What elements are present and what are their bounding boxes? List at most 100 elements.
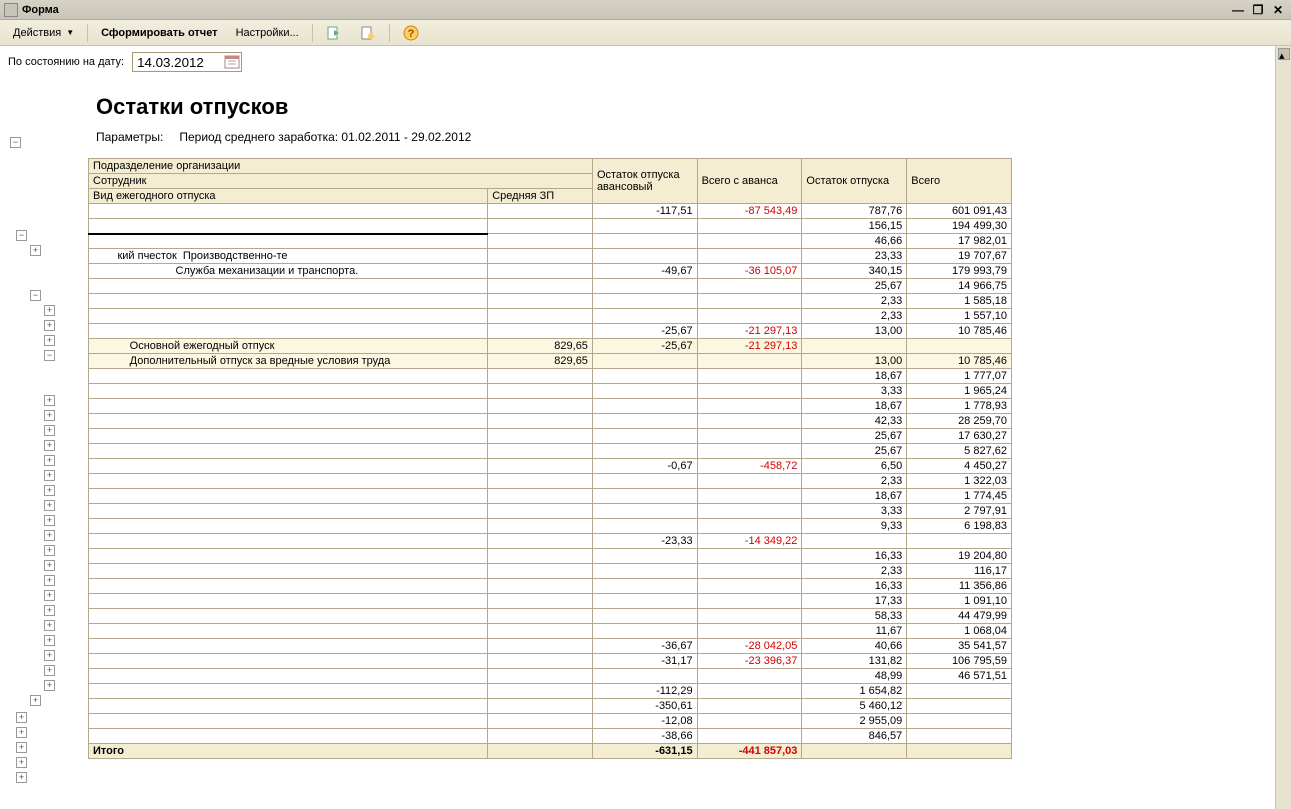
help-button[interactable]: ?: [396, 21, 426, 45]
cell: [697, 294, 802, 309]
table-row[interactable]: 42,3328 259,70: [89, 414, 1012, 429]
table-row[interactable]: 48,9946 571,51: [89, 669, 1012, 684]
table-row[interactable]: 2,331 557,10: [89, 309, 1012, 324]
cell: [89, 399, 488, 414]
scrollbar-up-button[interactable]: ▴: [1278, 48, 1290, 60]
table-row[interactable]: 3,331 965,24: [89, 384, 1012, 399]
table-row[interactable]: 18,671 774,45: [89, 489, 1012, 504]
tree-expand-button[interactable]: +: [44, 500, 55, 511]
tree-expand-button[interactable]: +: [16, 727, 27, 738]
table-row[interactable]: -117,51-87 543,49787,76601 091,43: [89, 204, 1012, 219]
tree-expand-button[interactable]: +: [16, 757, 27, 768]
table-row[interactable]: -12,082 955,09: [89, 714, 1012, 729]
table-row[interactable]: 16,3319 204,80: [89, 549, 1012, 564]
tree-expand-button[interactable]: +: [44, 635, 55, 646]
table-row[interactable]: 16,3311 356,86: [89, 579, 1012, 594]
tree-expand-button[interactable]: +: [30, 695, 41, 706]
tree-expand-button[interactable]: +: [44, 665, 55, 676]
actions-menu[interactable]: Действия ▼: [6, 23, 81, 43]
tool-button-2[interactable]: [353, 21, 383, 45]
tree-expand-button[interactable]: +: [16, 712, 27, 723]
close-button[interactable]: ✕: [1269, 2, 1287, 18]
tree-expand-button[interactable]: +: [44, 590, 55, 601]
document-arrow-icon: [326, 25, 342, 41]
table-row[interactable]: 9,336 198,83: [89, 519, 1012, 534]
calendar-icon[interactable]: [224, 54, 240, 70]
table-row[interactable]: -38,66846,57: [89, 729, 1012, 744]
tool-button-1[interactable]: [319, 21, 349, 45]
cell: 1 777,07: [907, 369, 1012, 384]
tree-expand-button[interactable]: +: [44, 650, 55, 661]
table-row[interactable]: -36,67-28 042,0540,6635 541,57: [89, 639, 1012, 654]
tree-expand-button[interactable]: +: [44, 320, 55, 331]
tree-collapse-button[interactable]: −: [10, 137, 21, 148]
table-row[interactable]: 17,331 091,10: [89, 594, 1012, 609]
table-row[interactable]: 2,331 585,18: [89, 294, 1012, 309]
tree-expand-button[interactable]: +: [16, 742, 27, 753]
tree-expand-button[interactable]: +: [44, 335, 55, 346]
table-row[interactable]: -112,291 654,82: [89, 684, 1012, 699]
separator: [389, 24, 390, 42]
tree-expand-button[interactable]: +: [44, 575, 55, 586]
table-row[interactable]: Основной ежегодный отпуск829,65-25,67-21…: [89, 339, 1012, 354]
settings-label: Настройки...: [236, 27, 299, 39]
tree-expand-button[interactable]: +: [44, 530, 55, 541]
table-row[interactable]: -350,615 460,12: [89, 699, 1012, 714]
minimize-button[interactable]: —: [1229, 2, 1247, 18]
tree-expand-button[interactable]: +: [44, 485, 55, 496]
tree-expand-button[interactable]: +: [44, 560, 55, 571]
tree-expand-button[interactable]: +: [44, 440, 55, 451]
table-row[interactable]: 156,15194 499,30: [89, 219, 1012, 234]
cell: -36,67: [592, 639, 697, 654]
cell: [89, 369, 488, 384]
tree-collapse-button[interactable]: −: [16, 230, 27, 241]
cell: [592, 444, 697, 459]
cell: [697, 699, 802, 714]
maximize-button[interactable]: ❐: [1249, 2, 1267, 18]
table-row[interactable]: 2,331 322,03: [89, 474, 1012, 489]
toolbar: Действия ▼ Сформировать отчет Настройки.…: [0, 20, 1291, 46]
tree-expand-button[interactable]: +: [44, 605, 55, 616]
vertical-scrollbar[interactable]: ▴: [1275, 46, 1291, 809]
tree-expand-button[interactable]: +: [44, 620, 55, 631]
table-row[interactable]: -25,67-21 297,1313,0010 785,46: [89, 324, 1012, 339]
tree-expand-button[interactable]: +: [44, 305, 55, 316]
tree-expand-button[interactable]: +: [44, 425, 55, 436]
tree-expand-button[interactable]: +: [44, 545, 55, 556]
tree-expand-button[interactable]: +: [44, 515, 55, 526]
cell: [89, 729, 488, 744]
generate-report-button[interactable]: Сформировать отчет: [94, 23, 224, 43]
table-row[interactable]: 3,332 797,91: [89, 504, 1012, 519]
tree-expand-button[interactable]: +: [44, 410, 55, 421]
table-row[interactable]: -23,33-14 349,22: [89, 534, 1012, 549]
cell: 40,66: [802, 639, 907, 654]
tree-expand-button[interactable]: +: [44, 470, 55, 481]
table-row[interactable]: 18,671 778,93: [89, 399, 1012, 414]
cell: [488, 684, 593, 699]
cell: [488, 444, 593, 459]
tree-expand-button[interactable]: +: [44, 395, 55, 406]
tree-expand-button[interactable]: +: [44, 680, 55, 691]
table-row[interactable]: 25,6714 966,75: [89, 279, 1012, 294]
settings-button[interactable]: Настройки...: [229, 23, 306, 43]
table-row[interactable]: 25,675 827,62: [89, 444, 1012, 459]
tree-expand-button[interactable]: +: [44, 455, 55, 466]
tree-expand-button[interactable]: +: [30, 245, 41, 256]
table-row[interactable]: 11,671 068,04: [89, 624, 1012, 639]
table-row[interactable]: Дополнительный отпуск за вредные условия…: [89, 354, 1012, 369]
table-row[interactable]: кий пчесток Производственно-те23,3319 70…: [89, 249, 1012, 264]
table-row[interactable]: 46,6617 982,01: [89, 234, 1012, 249]
cell: [488, 234, 593, 249]
tree-collapse-button[interactable]: −: [30, 290, 41, 301]
tree-expand-button[interactable]: +: [16, 772, 27, 783]
table-row[interactable]: Служба механизации и транспорта.-49,67-3…: [89, 264, 1012, 279]
table-row[interactable]: 58,3344 479,99: [89, 609, 1012, 624]
table-row[interactable]: 18,671 777,07: [89, 369, 1012, 384]
tree-collapse-button[interactable]: −: [44, 350, 55, 361]
table-row[interactable]: -0,67-458,726,504 450,27: [89, 459, 1012, 474]
params-text: Период среднего заработка: 01.02.2011 - …: [179, 130, 471, 144]
table-row[interactable]: 25,6717 630,27: [89, 429, 1012, 444]
table-row[interactable]: -31,17-23 396,37131,82106 795,59: [89, 654, 1012, 669]
cell: 1 322,03: [907, 474, 1012, 489]
table-row[interactable]: 2,33116,17: [89, 564, 1012, 579]
